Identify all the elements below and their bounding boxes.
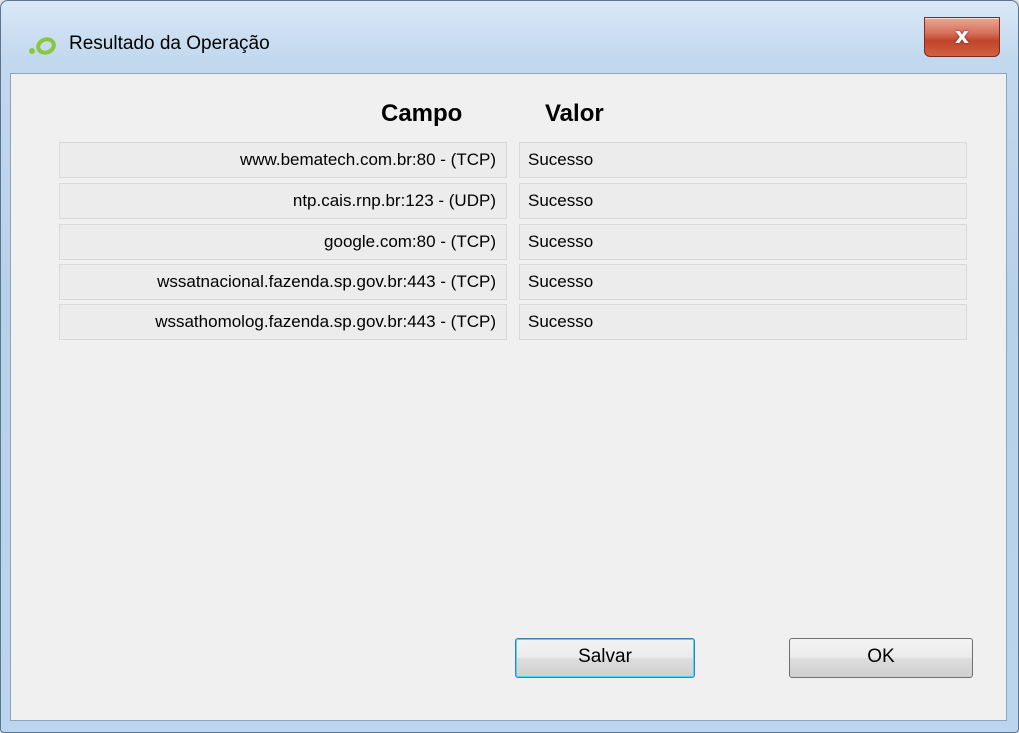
close-button[interactable]: x (924, 17, 1000, 57)
dialog-window: Resultado da Operação x Campo Valor www.… (0, 0, 1019, 733)
row-valor-1: Sucesso (519, 142, 967, 178)
row-valor-5: Sucesso (519, 304, 967, 340)
row-campo-5: wssathomolog.fazenda.sp.gov.br:443 - (TC… (59, 304, 507, 340)
close-icon: x (954, 24, 970, 49)
title-bar[interactable]: Resultado da Operação x (1, 1, 1018, 61)
column-header-valor: Valor (545, 100, 604, 127)
dialog-content: Campo Valor www.bematech.com.br:80 - (TC… (10, 73, 1007, 721)
row-campo-1: www.bematech.com.br:80 - (TCP) (59, 142, 507, 178)
row-campo-3: google.com:80 - (TCP) (59, 224, 507, 260)
row-valor-4: Sucesso (519, 264, 967, 300)
column-header-campo: Campo (381, 100, 463, 127)
row-valor-3: Sucesso (519, 224, 967, 260)
app-logo-icon (29, 37, 56, 55)
row-valor-2: Sucesso (519, 183, 967, 219)
save-button[interactable]: Salvar (515, 638, 695, 678)
row-campo-4: wssatnacional.fazenda.sp.gov.br:443 - (T… (59, 264, 507, 300)
row-campo-2: ntp.cais.rnp.br:123 - (UDP) (59, 183, 507, 219)
window-title: Resultado da Operação (69, 33, 270, 54)
ok-button[interactable]: OK (789, 638, 973, 678)
